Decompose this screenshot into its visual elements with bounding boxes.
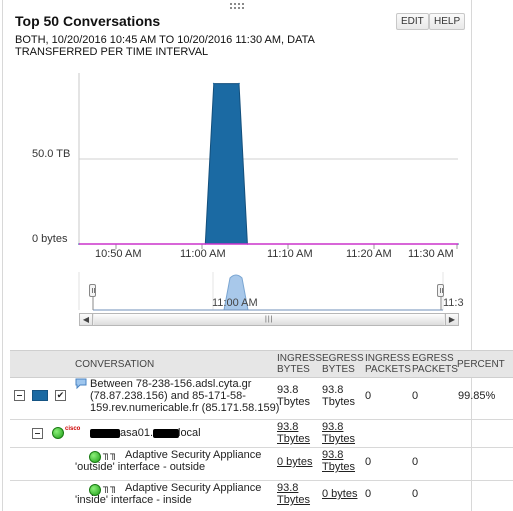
x-tick-label: 11:10 AM xyxy=(267,248,313,260)
plot-area xyxy=(78,73,459,249)
redacted-text xyxy=(90,429,120,438)
collapse-icon[interactable] xyxy=(14,390,25,401)
conversations-table: CONVERSATION INGRESS BYTES EGRESS BYTES … xyxy=(10,350,513,511)
series-color-swatch xyxy=(32,390,48,401)
interface-text: Adaptive Security Appliance 'inside' int… xyxy=(75,482,262,506)
egress-bytes-link[interactable]: 93.8 Tbytes xyxy=(322,449,362,473)
ingress-bytes-link[interactable]: 93.8 Tbytes xyxy=(277,482,317,506)
ingress-packets-value: 0 xyxy=(365,488,372,500)
redacted-text xyxy=(153,429,179,438)
egress-bytes-link[interactable]: 0 bytes xyxy=(322,488,357,500)
scroll-right-icon[interactable]: ▶ xyxy=(445,314,458,325)
range-handle-left[interactable] xyxy=(89,284,96,297)
table-row: ✔ Between 78-238-156.adsl.cyta.gr (78.87… xyxy=(10,378,513,420)
header-ingress-packets[interactable]: INGRESS PACKETS xyxy=(365,353,411,375)
scroll-left-icon[interactable]: ◀ xyxy=(80,314,93,325)
egress-bytes-link[interactable]: 93.8 Tbytes xyxy=(322,421,362,445)
series-area-0 xyxy=(79,83,458,245)
header-percent[interactable]: PERCENT xyxy=(457,359,505,370)
traffic-chart xyxy=(78,73,459,249)
egress-packets-value: 0 xyxy=(412,456,419,468)
header-egress-packets[interactable]: EGRESS PACKETS xyxy=(412,353,458,375)
data-point xyxy=(238,82,240,85)
thumb-grip-icon: ||| xyxy=(265,316,274,323)
ingress-bytes-value: 93.8 Tbytes xyxy=(277,384,311,408)
navigator-scrollbar[interactable]: ◀ ||| ▶ xyxy=(79,313,459,326)
y-tick-label-0: 0 bytes xyxy=(32,233,68,245)
navigator-label: 11:3 xyxy=(443,297,464,309)
cisco-logo-icon: cisco xyxy=(65,426,81,432)
ingress-bytes-link[interactable]: 0 bytes xyxy=(277,456,312,468)
header-egress-bytes[interactable]: EGRESS BYTES xyxy=(322,353,364,375)
status-up-icon xyxy=(52,427,64,439)
table-row: cisco asa01. local 93.8 Tbytes 93.8 Tbyt… xyxy=(10,420,513,448)
percent-value: 99.85% xyxy=(458,390,496,402)
ingress-packets-value: 0 xyxy=(365,456,372,468)
range-handle-right[interactable] xyxy=(437,284,444,297)
node-name-part: asa01. xyxy=(120,427,154,439)
table-row: ╖╖ Adaptive Security Appliance 'inside' … xyxy=(10,481,513,511)
navigator-label: 11:00 AM xyxy=(212,297,258,309)
egress-packets-value: 0 xyxy=(412,488,419,500)
header-ingress-bytes[interactable]: INGRESS BYTES xyxy=(277,353,323,375)
ingress-packets-value: 0 xyxy=(365,390,372,402)
data-point xyxy=(212,82,215,85)
ingress-bytes-link[interactable]: 93.8 Tbytes xyxy=(277,421,317,445)
x-tick-label: 11:00 AM xyxy=(180,248,226,260)
collapse-icon[interactable] xyxy=(32,428,43,439)
series-layer xyxy=(78,82,459,245)
table-row: ╖╖ Adaptive Security Appliance 'outside'… xyxy=(10,448,513,481)
row-checkbox[interactable]: ✔ xyxy=(55,390,66,401)
interface-text: Adaptive Security Appliance 'outside' in… xyxy=(75,449,262,473)
x-tick-label: 11:30 AM xyxy=(408,248,454,260)
conversation-text: Between 78-238-156.adsl.cyta.gr (78.87.2… xyxy=(90,378,280,414)
conversation-icon xyxy=(75,378,87,389)
table-header: CONVERSATION INGRESS BYTES EGRESS BYTES … xyxy=(10,350,513,378)
egress-bytes-value: 93.8 Tbytes xyxy=(322,384,356,408)
x-tick-label: 10:50 AM xyxy=(95,248,142,260)
node-name-suffix: local xyxy=(178,427,201,439)
scrollbar-thumb[interactable]: ||| xyxy=(94,314,444,325)
x-tick-label: 11:20 AM xyxy=(346,248,392,260)
y-tick-label-50tb: 50.0 TB xyxy=(32,148,71,160)
header-conversation[interactable]: CONVERSATION xyxy=(75,359,154,370)
egress-packets-value: 0 xyxy=(412,390,419,402)
